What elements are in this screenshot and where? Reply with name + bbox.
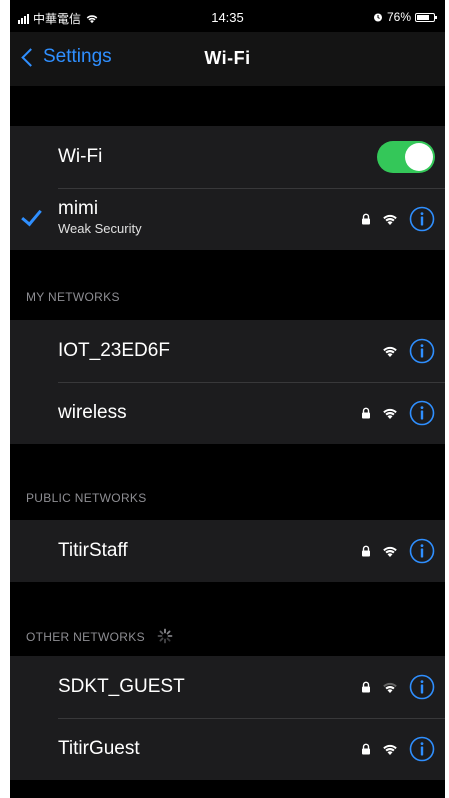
lock-icon [362,681,370,693]
page-title: Wi-Fi [204,48,251,68]
row-icons [361,206,435,232]
other-networks-group: SDKT_GUEST TitirGuest [10,656,445,780]
network-row[interactable]: IOT_23ED6F [10,320,445,382]
wifi-settings-screen: 中華電信 14:35 76% Settings Wi-Fi Wi-Fi mimi… [10,0,445,798]
row-icons [361,736,435,762]
info-icon[interactable] [409,538,435,564]
wifi-label: Wi-Fi [58,146,103,167]
network-name: TitirGuest [58,738,140,759]
section-header-public-networks: PUBLIC NETWORKS [26,491,147,505]
navigation-bar: Settings Wi-Fi [10,32,445,86]
network-row[interactable]: TitirGuest [10,718,445,780]
checkmark-icon [21,204,42,227]
alarm-icon [373,13,382,22]
network-name: IOT_23ED6F [58,340,170,361]
network-row[interactable]: TitirStaff [10,520,445,582]
network-security-note: Weak Security [58,221,142,236]
lock-icon [362,407,370,419]
row-icons [361,400,435,426]
wifi-icon [383,546,397,557]
wifi-toggle-row: Wi-Fi [10,126,445,188]
spinner-icon [157,628,172,644]
network-name: SDKT_GUEST [58,676,185,697]
wifi-toggle[interactable] [377,141,435,173]
lock-icon [362,545,370,557]
wifi-weak-icon [383,682,397,693]
status-right: 76% [373,10,437,24]
row-icons [361,538,435,564]
my-networks-group: IOT_23ED6F wireless [10,320,445,444]
wifi-icon [383,214,397,225]
connected-network-labels: mimi Weak Security [58,198,142,238]
network-name: TitirStaff [58,540,128,561]
wifi-group: Wi-Fi mimi Weak Security [10,126,445,250]
info-icon[interactable] [409,206,435,232]
lock-icon [362,213,370,225]
connected-network-row[interactable]: mimi Weak Security [10,188,445,250]
info-icon[interactable] [409,736,435,762]
info-icon[interactable] [409,400,435,426]
network-name: wireless [58,402,127,423]
toggle-knob [405,143,433,171]
info-icon[interactable] [409,674,435,700]
section-header-other-networks: OTHER NETWORKS [26,628,173,644]
row-icons [361,674,435,700]
info-icon[interactable] [409,338,435,364]
network-row[interactable]: SDKT_GUEST [10,656,445,718]
status-bar: 中華電信 14:35 76% [10,0,445,32]
wifi-icon [383,346,397,357]
section-header-text: OTHER NETWORKS [26,630,145,644]
row-icons [381,338,435,364]
lock-icon [362,743,370,755]
wifi-icon [383,408,397,419]
battery-icon [415,12,437,22]
battery-percent: 76% [386,10,411,24]
section-header-my-networks: MY NETWORKS [26,290,120,304]
battery-fill [417,14,429,20]
network-row[interactable]: wireless [10,382,445,444]
network-name: mimi [58,198,99,219]
wifi-icon [383,744,397,755]
public-networks-group: TitirStaff [10,520,445,582]
